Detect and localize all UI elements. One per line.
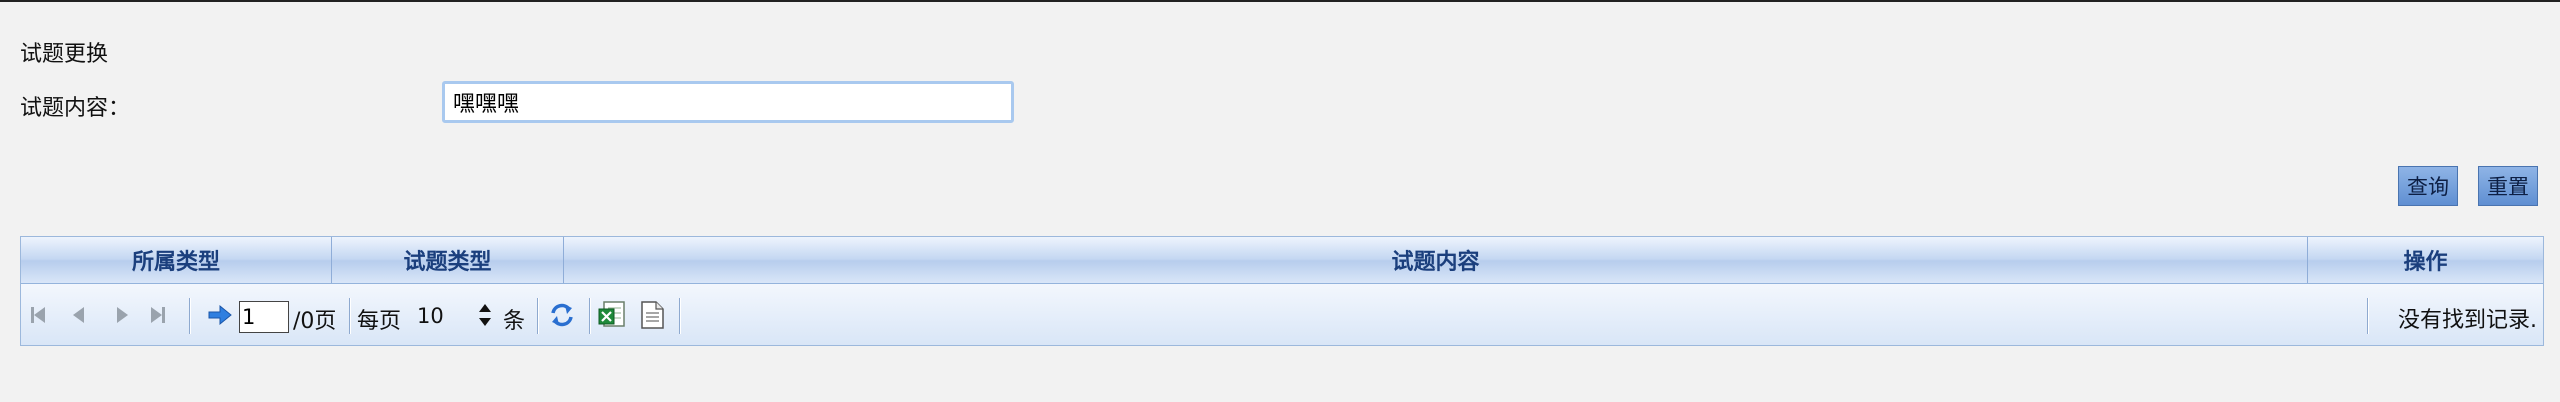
column-header-actions[interactable]: 操作 bbox=[2308, 237, 2543, 283]
pager-separator bbox=[349, 298, 351, 334]
top-border bbox=[0, 0, 2560, 2]
last-page-icon[interactable] bbox=[151, 284, 165, 345]
document-export-icon[interactable] bbox=[637, 284, 667, 345]
grid-header: 所属类型 试题类型 试题内容 操作 bbox=[21, 237, 2543, 284]
query-button[interactable]: 查询 bbox=[2398, 166, 2458, 206]
next-page-icon[interactable] bbox=[117, 284, 128, 345]
record-status-text: 没有找到记录. bbox=[2398, 308, 2537, 333]
pager-separator bbox=[679, 298, 681, 334]
results-grid: 所属类型 试题类型 试题内容 操作 /0页 每页 10 bbox=[20, 236, 2544, 346]
total-pages-text: /0页 bbox=[293, 309, 337, 334]
go-arrow-icon[interactable] bbox=[207, 284, 233, 345]
first-page-icon[interactable] bbox=[31, 284, 45, 345]
per-page-label: 每页 bbox=[357, 309, 402, 334]
reset-button[interactable]: 重置 bbox=[2478, 166, 2538, 206]
page-number-input[interactable] bbox=[239, 301, 289, 333]
content-search-input[interactable] bbox=[442, 81, 1014, 123]
content-label: 试题内容： bbox=[20, 96, 131, 121]
pager-separator bbox=[2367, 298, 2369, 334]
page-size-value: 10 bbox=[417, 304, 444, 328]
pagination-bar: /0页 每页 10 条 bbox=[21, 284, 2543, 345]
excel-export-icon[interactable] bbox=[597, 284, 629, 345]
page-title: 试题更换 bbox=[20, 42, 109, 67]
pager-separator bbox=[189, 298, 191, 334]
pager-separator bbox=[537, 298, 539, 334]
unit-label: 条 bbox=[503, 309, 526, 334]
prev-page-icon[interactable] bbox=[73, 284, 84, 345]
pager-separator bbox=[589, 298, 591, 334]
page-size-spinner-icon[interactable] bbox=[479, 302, 491, 330]
column-header-question-content[interactable]: 试题内容 bbox=[564, 237, 2308, 283]
refresh-icon[interactable] bbox=[547, 284, 577, 345]
column-header-question-type[interactable]: 试题类型 bbox=[332, 237, 564, 283]
column-header-category[interactable]: 所属类型 bbox=[21, 237, 332, 283]
